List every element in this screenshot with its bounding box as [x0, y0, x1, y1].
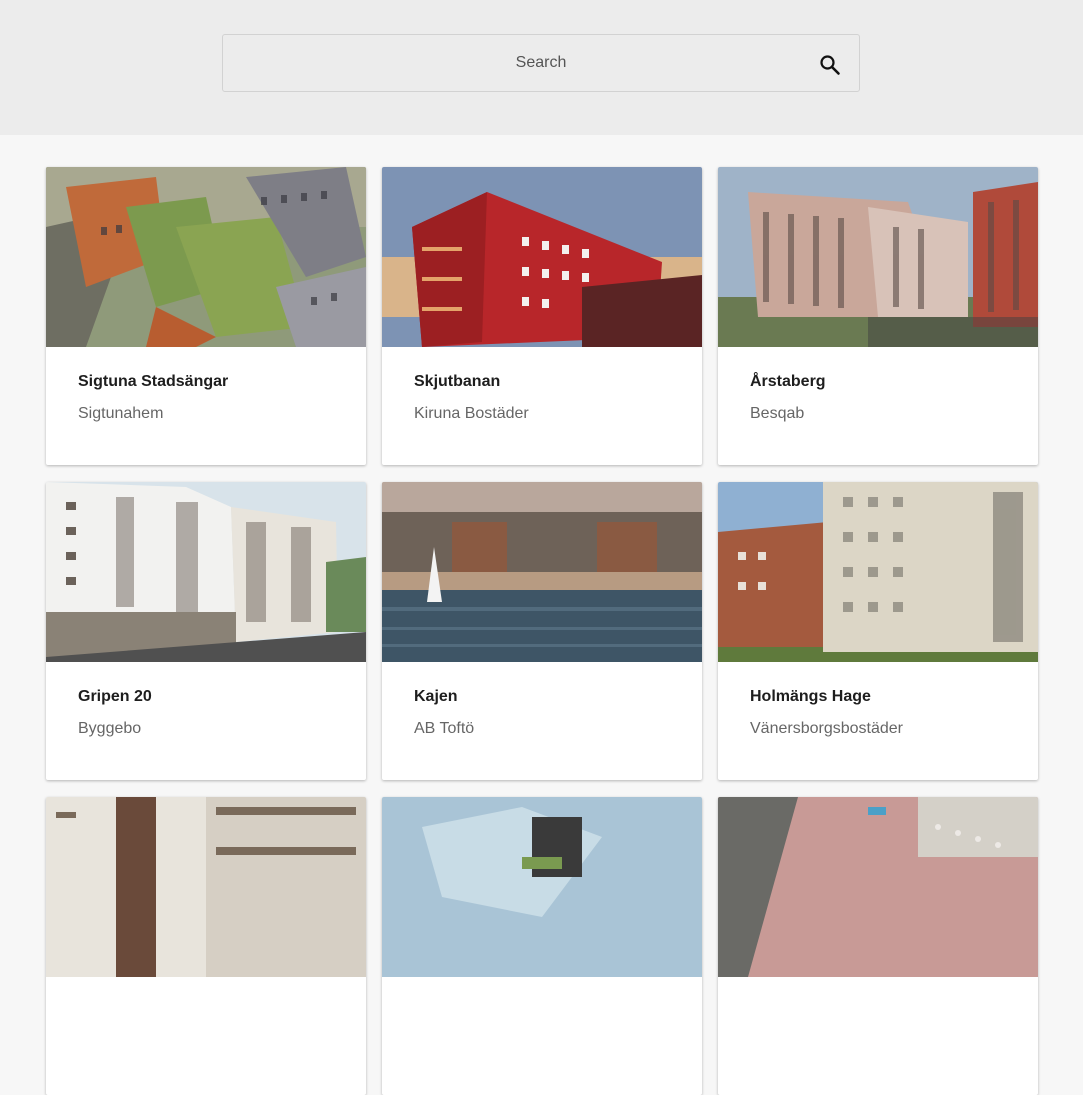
project-image: [718, 482, 1038, 662]
project-title: Holmängs Hage: [750, 688, 871, 705]
project-card[interactable]: Årstaberg Besqab: [718, 167, 1038, 465]
project-image: [382, 797, 702, 977]
project-card[interactable]: [382, 797, 702, 1095]
project-card[interactable]: Sigtuna Stadsängar Sigtunahem: [46, 167, 366, 465]
project-card[interactable]: Gripen 20 Byggebo: [46, 482, 366, 780]
project-image: [382, 167, 702, 347]
project-company: Besqab: [750, 405, 805, 422]
project-image: [46, 797, 366, 977]
header-bar: [0, 0, 1083, 135]
project-title: Kajen: [414, 688, 458, 705]
project-title: Sigtuna Stadsängar: [78, 373, 229, 390]
project-company: Kiruna Bostäder: [414, 405, 529, 422]
project-company: Byggebo: [78, 720, 142, 737]
project-image: [718, 167, 1038, 347]
project-card[interactable]: Skjutbanan Kiruna Bostäder: [382, 167, 702, 465]
search-box[interactable]: [222, 34, 860, 92]
project-card[interactable]: [718, 797, 1038, 1095]
search-input[interactable]: [223, 35, 859, 91]
project-image: [382, 482, 702, 662]
project-company: AB Toftö: [414, 720, 475, 737]
project-title: Gripen 20: [78, 688, 152, 705]
project-image: [46, 167, 366, 347]
project-image: [46, 482, 366, 662]
project-title: Skjutbanan: [414, 373, 501, 390]
project-card[interactable]: Kajen AB Toftö: [382, 482, 702, 780]
project-card[interactable]: Holmängs Hage Vänersborgsbostäder: [718, 482, 1038, 780]
project-company: Sigtunahem: [78, 405, 164, 422]
project-company: Vänersborgsbostäder: [750, 720, 903, 737]
project-image: [718, 797, 1038, 977]
project-card[interactable]: [46, 797, 366, 1095]
search-icon[interactable]: [819, 54, 841, 76]
project-title: Årstaberg: [750, 373, 826, 390]
